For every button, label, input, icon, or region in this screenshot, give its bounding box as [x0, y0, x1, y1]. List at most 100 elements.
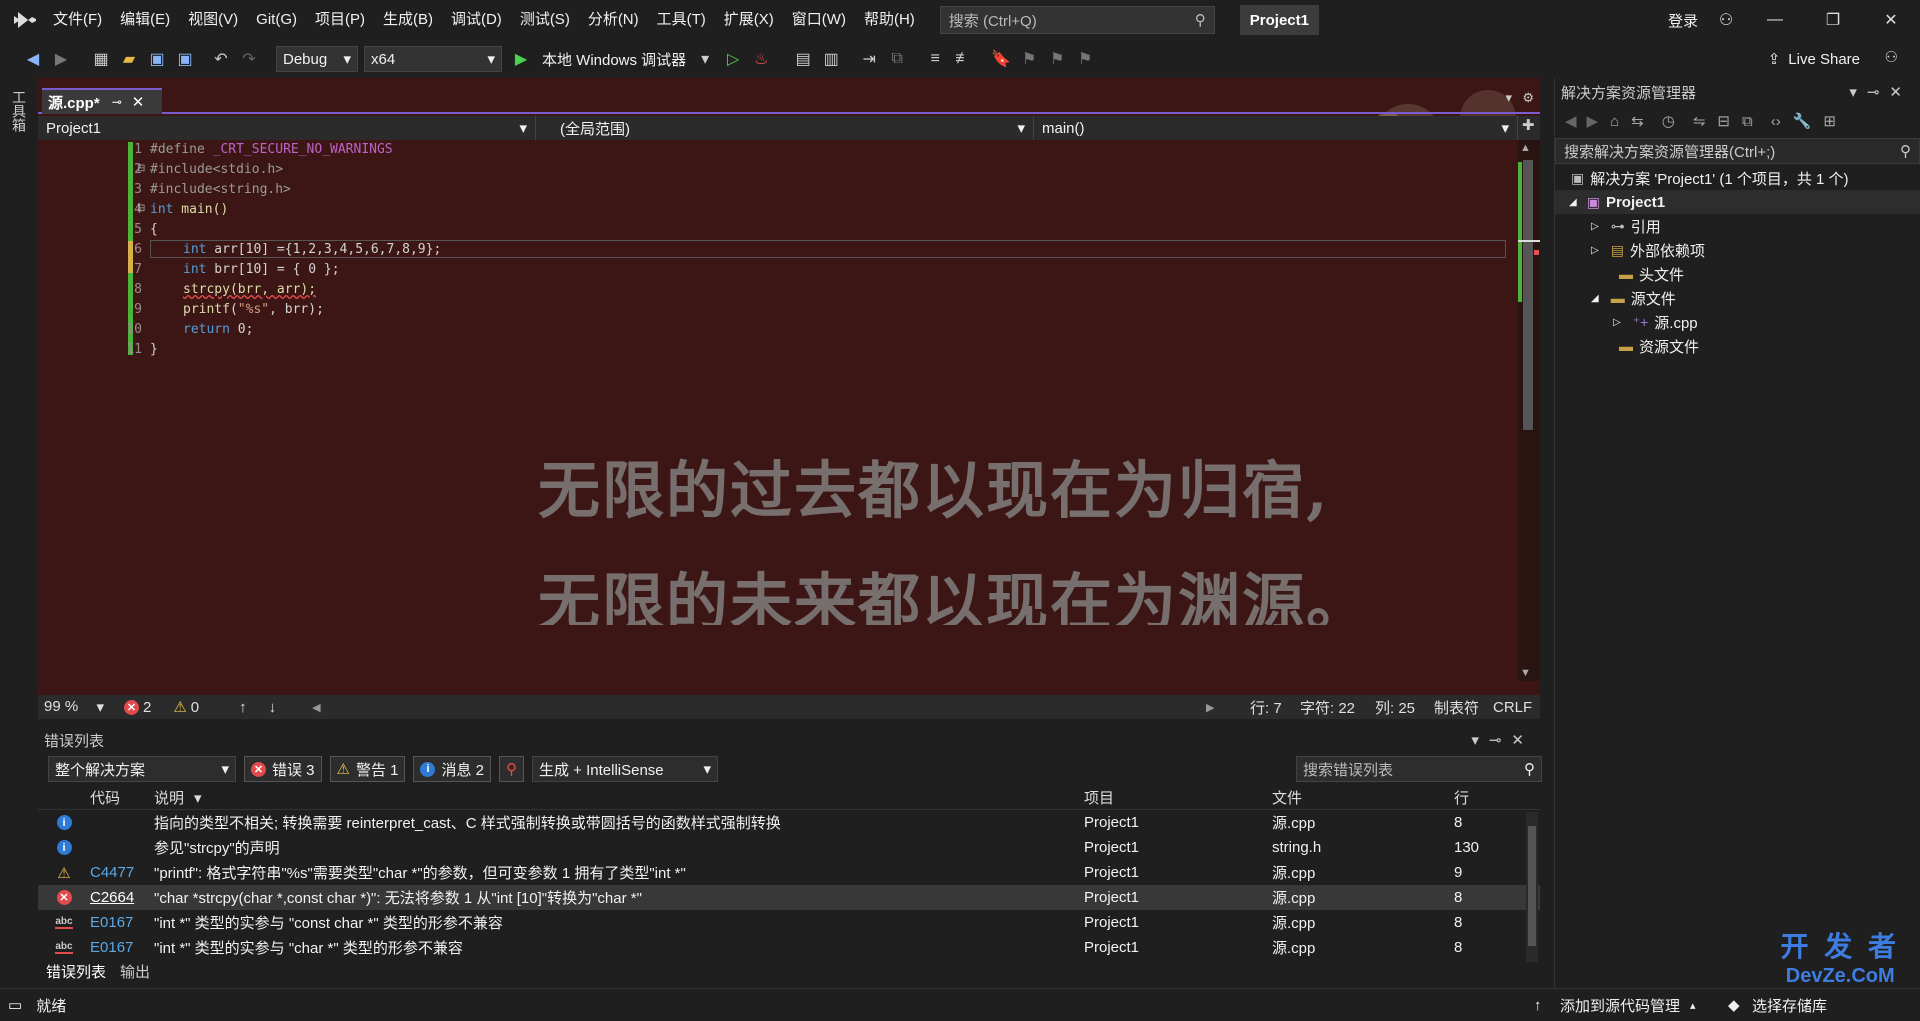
clear-bookmarks-icon[interactable]: ⚑ — [1072, 46, 1098, 72]
menu-analyze[interactable]: 分析(N) — [579, 0, 648, 40]
pin-icon[interactable]: ⊸ — [112, 95, 122, 109]
errors-filter-button[interactable]: ✕ 错误 3 — [244, 756, 322, 782]
panel-window-controls[interactable]: ▾⊸✕ — [1849, 83, 1912, 101]
column-file[interactable]: 文件 — [1272, 787, 1454, 808]
tree-project[interactable]: ◢ ▣ Project1 — [1555, 190, 1920, 214]
menu-extensions[interactable]: 扩展(X) — [715, 0, 783, 40]
chevron-up-icon[interactable]: ▴ — [1690, 999, 1696, 1012]
zoom-select[interactable]: 99 % ▾ — [38, 698, 110, 716]
scroll-right-icon[interactable]: ▶ — [1206, 701, 1214, 714]
scope-select[interactable]: 整个解决方案 ▾ — [48, 756, 236, 782]
save-all-icon[interactable]: ▣ — [172, 46, 198, 72]
tree-source-files[interactable]: ◢ ▬ 源文件 — [1555, 286, 1920, 310]
menu-git[interactable]: Git(G) — [247, 0, 306, 40]
error-search-input[interactable]: 搜索错误列表 ⚲ — [1296, 756, 1542, 782]
back-icon[interactable]: ◀ — [1565, 112, 1577, 130]
scroll-left-icon[interactable]: ◀ — [312, 701, 320, 714]
collapse-all-icon[interactable]: ⊟ — [1717, 112, 1730, 130]
tab-list-icon[interactable]: ▾ — [1505, 90, 1512, 106]
scope-nav-select[interactable]: (全局范围) ▾ — [536, 116, 1034, 140]
step-icon[interactable]: ⇥ — [856, 46, 882, 72]
menu-view[interactable]: 视图(V) — [179, 0, 247, 40]
uncomment-icon[interactable]: ≢ — [950, 46, 976, 72]
error-code[interactable]: E0167 — [90, 939, 154, 956]
editor-vertical-scrollbar[interactable]: ▲ ▼ — [1518, 140, 1540, 681]
preview-icon[interactable]: ⊞ — [1823, 112, 1836, 130]
global-search-input[interactable]: 搜索 (Ctrl+Q) ⚲ — [939, 6, 1215, 34]
tree-solution[interactable]: ▣ 解决方案 'Project1' (1 个项目，共 1 个) — [1555, 166, 1920, 190]
project-nav-select[interactable]: Project1 ▾ — [38, 116, 536, 140]
error-list-scrollbar[interactable] — [1526, 812, 1538, 962]
properties-icon[interactable]: 🔧 — [1793, 112, 1812, 130]
column-description[interactable]: 说明 ▾ — [154, 787, 1084, 808]
tree-external-deps[interactable]: ▷ ▤ 外部依赖项 — [1555, 238, 1920, 262]
hot-reload-icon[interactable]: ♨ — [748, 46, 774, 72]
disabled-tool-icon[interactable]: ⧉ — [884, 46, 910, 72]
scrollbar-thumb[interactable] — [1523, 160, 1533, 430]
settings-icon[interactable]: ⚙ — [1522, 90, 1534, 106]
start-debug-icon[interactable]: ▶ — [508, 46, 534, 72]
filter-icon[interactable]: ⚲ — [499, 756, 524, 782]
cursor-char[interactable]: 字符: 22 — [1300, 697, 1355, 718]
menu-tools[interactable]: 工具(T) — [648, 0, 715, 40]
tab-error-list[interactable]: 错误列表 — [46, 961, 106, 982]
error-row[interactable]: i 参见"strcpy"的声明 Project1 string.h 130 — [38, 835, 1540, 860]
notification-icon[interactable]: ▭ — [8, 996, 22, 1014]
code-view-icon[interactable]: ‹› — [1771, 113, 1781, 130]
error-row[interactable]: abc E0167 "int *" 类型的实参与 "const char *" … — [38, 910, 1540, 935]
tab-source-cpp[interactable]: 源.cpp* ⊸ ✕ — [42, 88, 162, 114]
history-icon[interactable]: ◷ — [1662, 112, 1675, 130]
login-link[interactable]: 登录 — [1668, 10, 1698, 31]
warning-count[interactable]: 0 — [191, 699, 199, 716]
menu-test[interactable]: 测试(S) — [511, 0, 579, 40]
prev-bookmark-icon[interactable]: ⚑ — [1016, 46, 1042, 72]
configuration-select[interactable]: Debug ▾ — [276, 46, 358, 72]
next-issue-icon[interactable]: ↓ — [269, 699, 277, 716]
error-code[interactable]: E0167 — [90, 914, 154, 931]
menu-build[interactable]: 生成(B) — [374, 0, 442, 40]
column-code[interactable]: 代码 — [90, 787, 154, 808]
collapse-icon[interactable]: ⊟ — [137, 203, 145, 214]
menu-window[interactable]: 窗口(W) — [783, 0, 855, 40]
error-code[interactable]: C2664 — [90, 889, 154, 906]
back-icon[interactable]: ◀ — [20, 46, 46, 72]
error-row[interactable]: ⚠ C4477 "printf": 格式字符串"%s"需要类型"char *"的… — [38, 860, 1540, 885]
save-icon[interactable]: ▣ — [144, 46, 170, 72]
show-all-files-icon[interactable]: ⧉ — [1742, 113, 1753, 130]
menu-help[interactable]: 帮助(H) — [855, 0, 924, 40]
menu-file[interactable]: 文件(F) — [44, 0, 111, 40]
redo-icon[interactable]: ↷ — [236, 46, 262, 72]
feedback-icon[interactable]: ⚇ — [1885, 48, 1898, 66]
tree-source-cpp[interactable]: ▷ ⁺+ 源.cpp — [1555, 310, 1920, 334]
new-project-icon[interactable]: ▦ — [88, 46, 114, 72]
build-filter-select[interactable]: 生成 + IntelliSense ▾ — [532, 756, 718, 782]
switch-views-icon[interactable]: ⇆ — [1631, 112, 1644, 130]
solution-search-input[interactable]: 搜索解决方案资源管理器(Ctrl+;) ⚲ — [1555, 138, 1920, 164]
tab-output[interactable]: 输出 — [120, 961, 150, 982]
vs-logo-icon[interactable] — [6, 0, 44, 40]
messages-filter-button[interactable]: i 消息 2 — [413, 756, 491, 782]
forward-icon[interactable]: ▶ — [1587, 112, 1599, 130]
menu-debug[interactable]: 调试(D) — [442, 0, 511, 40]
error-code[interactable]: C4477 — [90, 864, 154, 881]
start-without-debug-icon[interactable]: ▷ — [720, 46, 746, 72]
error-row-selected[interactable]: ✕ C2664 "char *strcpy(char *,const char … — [38, 885, 1540, 910]
collapse-icon[interactable]: ⊟ — [137, 163, 145, 174]
cursor-col[interactable]: 列: 25 — [1375, 697, 1415, 718]
scrollbar-thumb[interactable] — [1528, 826, 1536, 946]
add-source-control[interactable]: 添加到源代码管理 — [1560, 995, 1680, 1016]
error-row[interactable]: abc E0167 "int *" 类型的实参与 "char *" 类型的形参不… — [38, 935, 1540, 960]
scroll-down-icon[interactable]: ▼ — [1520, 667, 1531, 679]
column-project[interactable]: 项目 — [1084, 787, 1272, 808]
cursor-row[interactable]: 行: 7 — [1250, 697, 1282, 718]
line-ending[interactable]: CRLF — [1493, 699, 1532, 716]
sync-icon[interactable]: ⇋ — [1693, 112, 1706, 130]
open-folder-icon[interactable]: ▰ — [116, 46, 142, 72]
comment-icon[interactable]: ≡ — [922, 46, 948, 72]
menu-project[interactable]: 项目(P) — [306, 0, 374, 40]
code-editor[interactable]: 1 2 3 4 5 6 7 8 9 10 11 ⊟ ⊟ #define _CRT… — [38, 140, 1518, 625]
chevron-down-icon[interactable]: ▾ — [692, 46, 718, 72]
debugger-label[interactable]: 本地 Windows 调试器 — [542, 49, 686, 70]
prev-issue-icon[interactable]: ↑ — [239, 699, 247, 716]
column-line[interactable]: 行 — [1454, 787, 1514, 808]
